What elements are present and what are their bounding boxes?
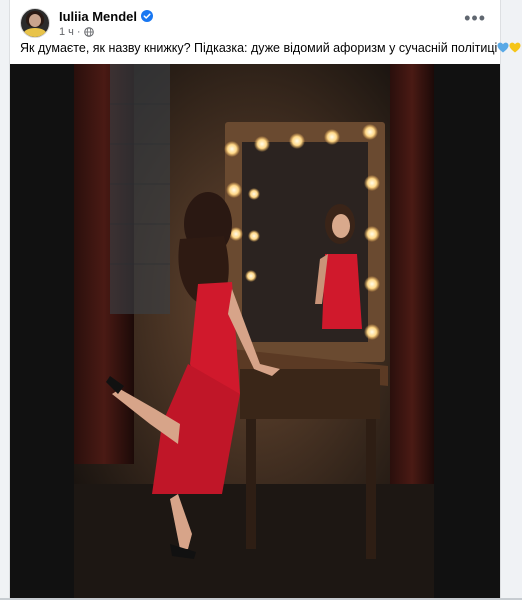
post-photo[interactable] [10, 64, 500, 598]
yellow-heart-icon [509, 42, 521, 53]
post-card: Iuliia Mendel 1 ч · ••• Як думаєте, як н… [9, 0, 521, 598]
more-options-icon[interactable]: ••• [464, 9, 486, 27]
author-avatar[interactable] [20, 8, 50, 38]
author-meta: Iuliia Mendel 1 ч · [59, 9, 154, 38]
post-header: Iuliia Mendel 1 ч · [20, 8, 154, 38]
author-name[interactable]: Iuliia Mendel [59, 9, 137, 24]
caption-text: Як думаєте, як назву книжку? Підказка: д… [20, 41, 498, 55]
post-timestamp[interactable]: 1 ч [59, 26, 74, 38]
post-caption: Як думаєте, як назву книжку? Підказка: д… [20, 41, 521, 55]
blue-heart-icon [497, 42, 509, 53]
verified-badge-icon [141, 10, 154, 22]
globe-icon[interactable] [83, 26, 94, 37]
separator-dot: · [76, 25, 81, 38]
photo-illustration [10, 64, 500, 598]
